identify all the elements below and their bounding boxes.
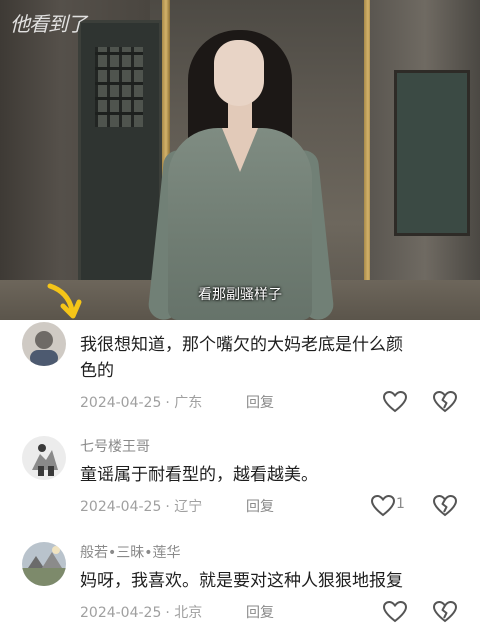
- comment-item: 我很想知道，那个嘴欠的大妈老底是什么颜 色的 2024-04-25 · 广东 回复: [0, 320, 480, 428]
- comment-text: 童谣属于耐看型的，越看越美。: [80, 465, 318, 485]
- avatar[interactable]: [22, 542, 66, 586]
- dislike-broken-heart-icon[interactable]: [432, 494, 458, 518]
- reply-button[interactable]: 回复: [246, 392, 274, 412]
- comment-meta: 2024-04-25 · 北京: [80, 602, 202, 622]
- like-heart-icon[interactable]: [370, 494, 396, 518]
- reply-button[interactable]: 回复: [246, 496, 274, 516]
- avatar[interactable]: [22, 322, 66, 366]
- user-avatar-icon: [22, 322, 66, 366]
- comment-meta: 2024-04-25 · 辽宁: [80, 496, 202, 516]
- comment-meta: 2024-04-25 · 广东: [80, 392, 202, 412]
- comment-location: · 北京: [165, 605, 203, 621]
- comment-date: 2024-04-25: [80, 395, 162, 411]
- video-background-door: [78, 20, 162, 306]
- arrow-pointer-icon: [47, 283, 82, 319]
- dislike-broken-heart-icon[interactable]: [432, 600, 458, 624]
- like-heart-icon[interactable]: [382, 390, 408, 414]
- reply-button[interactable]: 回复: [246, 602, 274, 622]
- user-avatar-icon: [22, 542, 66, 586]
- like-count: 1: [396, 496, 405, 512]
- comment-date: 2024-04-25: [80, 605, 162, 621]
- avatar[interactable]: [22, 436, 66, 480]
- video-logo: 他看到了: [10, 12, 87, 36]
- comment-text: 我很想知道，那个嘴欠的大妈老底是什么颜 色的: [80, 335, 403, 381]
- user-avatar-icon: [22, 436, 66, 480]
- comment-username[interactable]: 七号楼王哥: [80, 436, 150, 456]
- comment-item: 般若•三昧•莲华 妈呀，我喜欢。就是要对这种人狠狠地报复 2024-04-25 ·…: [0, 532, 480, 640]
- comment-location: · 辽宁: [165, 499, 203, 515]
- dislike-broken-heart-icon[interactable]: [432, 390, 458, 414]
- comment-item: 七号楼王哥 童谣属于耐看型的，越看越美。 2024-04-25 · 辽宁 回复 1: [0, 428, 480, 532]
- video-player[interactable]: 他看到了 看那副骚样子: [0, 0, 480, 320]
- like-heart-icon[interactable]: [382, 600, 408, 624]
- comment-username[interactable]: 般若•三昧•莲华: [80, 542, 181, 562]
- comment-location: · 广东: [165, 395, 203, 411]
- comment-text: 妈呀，我喜欢。就是要对这种人狠狠地报复: [80, 571, 403, 591]
- video-background-wall-right: [370, 0, 480, 320]
- comment-date: 2024-04-25: [80, 499, 162, 515]
